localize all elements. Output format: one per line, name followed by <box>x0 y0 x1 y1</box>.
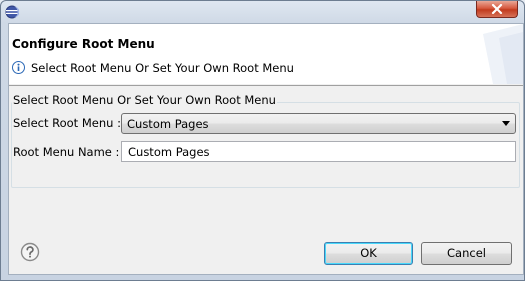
close-icon <box>491 4 503 14</box>
dialog-message: Select Root Menu Or Set Your Own Root Me… <box>31 61 294 75</box>
title-bar[interactable] <box>1 1 524 24</box>
chevron-down-icon <box>502 121 510 126</box>
dialog-window: Configure Root Menu Select Root Menu Or … <box>0 0 525 281</box>
root-menu-name-label: Root Menu Name : <box>13 145 120 159</box>
cancel-button[interactable]: Cancel <box>421 242 512 265</box>
root-menu-select-value: Custom Pages <box>127 117 209 131</box>
help-icon[interactable] <box>20 242 40 262</box>
select-root-menu-label: Select Root Menu : <box>13 116 121 130</box>
root-menu-select[interactable]: Custom Pages <box>121 113 516 134</box>
group-legend: Select Root Menu Or Set Your Own Root Me… <box>12 93 277 107</box>
eclipse-icon <box>5 5 19 19</box>
info-icon <box>12 61 25 74</box>
header-separator <box>9 85 523 86</box>
root-menu-name-value: Custom Pages <box>128 145 210 159</box>
close-button[interactable] <box>476 1 518 18</box>
root-menu-name-field[interactable]: Custom Pages <box>121 141 516 162</box>
header-decoration <box>483 24 523 84</box>
ok-button[interactable]: OK <box>324 242 413 265</box>
dialog-client-area: Configure Root Menu Select Root Menu Or … <box>8 23 524 275</box>
dialog-header: Configure Root Menu Select Root Menu Or … <box>9 24 523 84</box>
dialog-title: Configure Root Menu <box>12 37 155 51</box>
